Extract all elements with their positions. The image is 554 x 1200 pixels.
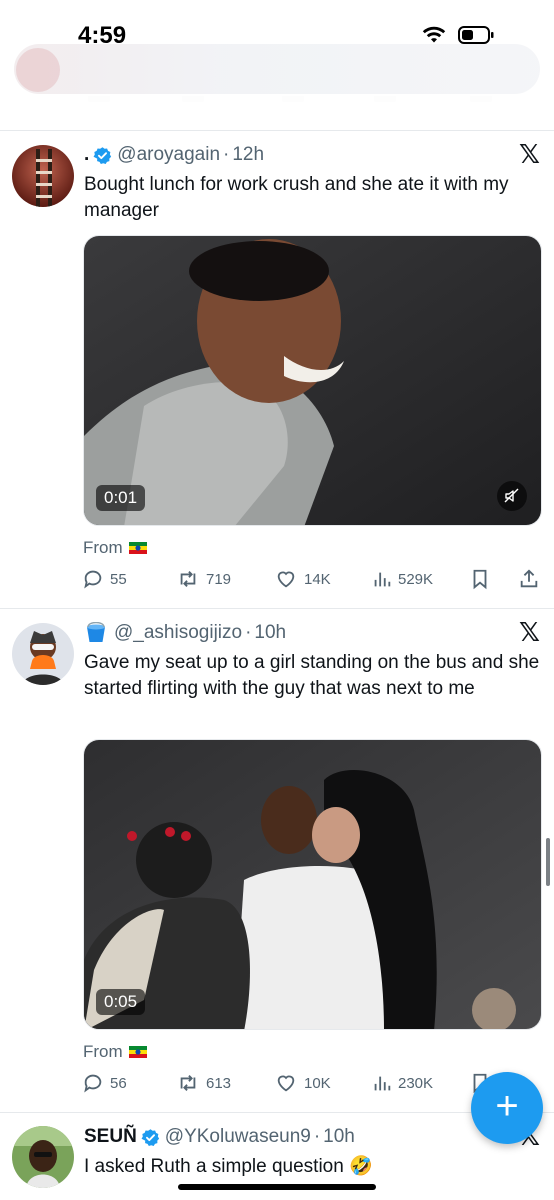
separator-dot: · [245,622,252,643]
tweet-text: I asked Ruth a simple question 🤣 [84,1156,373,1177]
from-row: From [83,538,147,558]
video-player[interactable]: 0:01 [83,235,542,526]
share-icon [520,569,538,588]
verified-badge-icon [141,1128,160,1147]
reply-count: 56 [110,1074,127,1092]
retweet-button[interactable]: 613 [176,1072,231,1094]
x-logo-icon: 𝕏 [519,140,540,170]
avatar[interactable] [12,623,74,685]
timestamp[interactable]: 10h [323,1126,355,1148]
timestamp[interactable]: 10h [254,622,286,644]
video-thumbnail [84,740,541,1029]
muted-speaker-icon [504,488,519,503]
x-logo-icon: 𝕏 [519,618,540,648]
compose-button[interactable]: + [471,1072,543,1144]
home-indicator[interactable] [178,1184,376,1190]
video-player[interactable]: 0:05 [83,739,542,1030]
separator-dot: · [313,1126,321,1147]
blurred-avatar [16,48,60,92]
views-button[interactable]: 529K [372,568,433,590]
tweet-text: Gave my seat up to a girl standing on th… [84,652,540,699]
status-time: 4:59 [78,22,127,49]
mute-button[interactable] [497,481,527,511]
avatar[interactable] [12,145,74,207]
status-icons [422,26,494,44]
views-button[interactable]: 230K [372,1072,433,1094]
retweet-button[interactable]: 719 [176,568,231,590]
heart-icon [277,571,295,588]
reply-icon [84,1074,102,1093]
reply-button[interactable]: 56 [82,1072,127,1094]
compose-plus-icon: + [495,1084,519,1128]
views-icon [374,572,391,587]
retweet-count: 719 [206,570,232,588]
ethiopia-flag-icon [128,1046,147,1058]
from-row: From [83,1042,147,1062]
bookmark-icon [473,569,487,590]
status-bar: 4:59 [0,0,554,104]
share-button[interactable] [518,568,540,590]
scrollbar[interactable] [546,838,550,886]
handle[interactable]: @aroyagain [117,144,220,166]
divider [0,130,554,131]
video-thumbnail [84,236,541,525]
video-duration: 0:05 [96,989,146,1015]
tweet-header: @_ashisogijizo · 10h [84,621,286,644]
ethiopia-flag-icon [128,542,147,554]
reply-icon [84,570,102,589]
like-button[interactable]: 14K [274,568,331,590]
timestamp[interactable]: 12h [232,144,264,166]
tweet-header: SEUÑ @YKoluwaseun9 · 10h [84,1126,355,1148]
like-button[interactable]: 10K [274,1072,331,1094]
divider [0,608,554,609]
display-name[interactable]: . [84,144,89,166]
verified-badge-icon [93,146,112,165]
battery-icon [458,26,494,44]
bucket-emoji-icon [84,621,108,644]
tweet-header: . @aroyagain · 12h [84,144,264,166]
retweet-icon [180,571,196,587]
handle[interactable]: @YKoluwaseun9 [165,1126,311,1148]
display-name[interactable]: SEUÑ [84,1126,137,1148]
handle[interactable]: @_ashisogijizo [114,622,242,644]
blurred-header-bar [14,44,540,94]
bookmark-button[interactable] [470,568,490,590]
from-label: From [83,538,123,557]
retweet-icon [180,1075,196,1091]
from-label: From [83,1042,123,1061]
tweet-actions: 55 719 14K 529K [80,568,542,594]
video-duration: 0:01 [96,485,146,511]
wifi-icon [422,26,446,44]
tweet-text: Bought lunch for work crush and she ate … [84,174,509,221]
like-count: 10K [304,1074,331,1092]
retweet-count: 613 [206,1074,232,1092]
like-count: 14K [304,570,331,588]
separator-dot: · [223,144,230,165]
reply-button[interactable]: 55 [82,568,127,590]
view-count: 529K [398,570,434,588]
reply-count: 55 [110,570,127,588]
heart-icon [277,1075,295,1092]
avatar[interactable] [12,1126,74,1188]
views-icon [374,1076,391,1091]
view-count: 230K [398,1074,434,1092]
